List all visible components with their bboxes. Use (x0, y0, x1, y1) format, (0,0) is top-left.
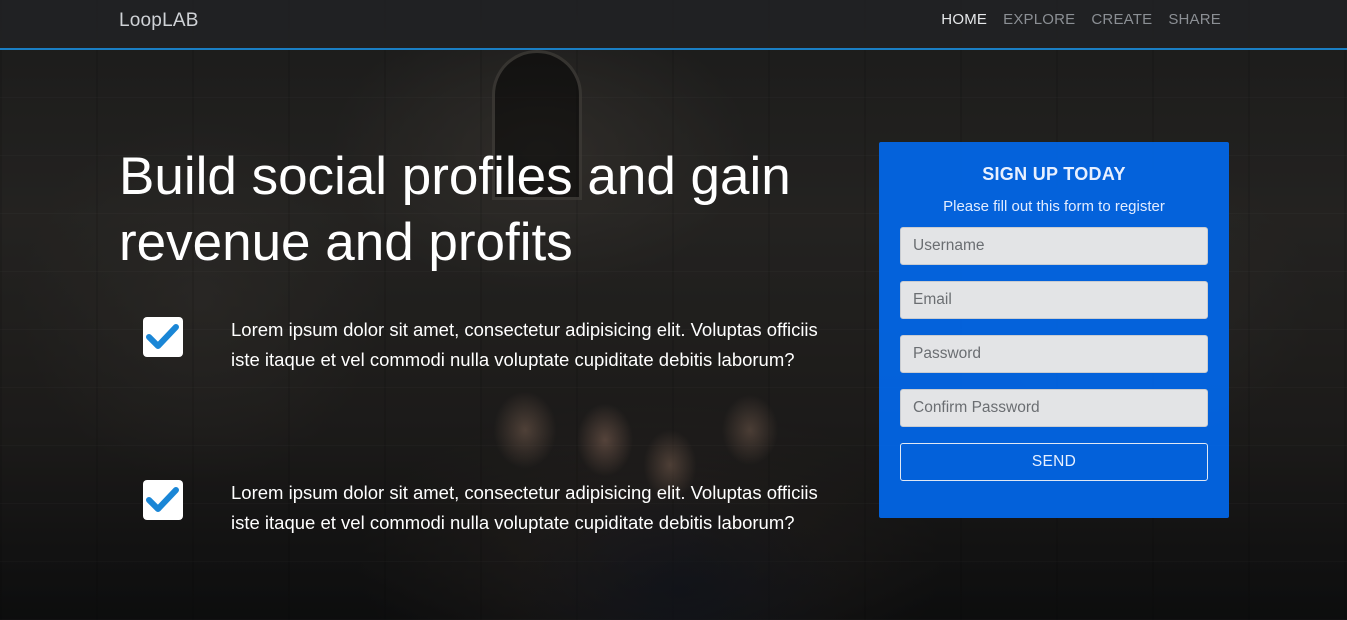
form-title: SIGN UP TODAY (982, 164, 1126, 184)
hero-section: Build social profiles and gain revenue a… (0, 50, 1347, 620)
brand-logo[interactable]: LoopLAB (119, 10, 199, 32)
nav-item-create[interactable]: CREATE (1091, 11, 1152, 28)
checkmark-icon (143, 317, 183, 357)
nav-item-share[interactable]: SHARE (1168, 11, 1221, 28)
feature-text: Lorem ipsum dolor sit amet, consectetur … (231, 482, 818, 533)
nav-menu: HOME EXPLORE CREATE SHARE (941, 11, 1221, 28)
navbar: LoopLAB HOME EXPLORE CREATE SHARE (0, 0, 1347, 50)
form-subtitle: Please fill out this form to register (943, 198, 1165, 215)
nav-item-home[interactable]: HOME (941, 11, 987, 28)
feature-item: Lorem ipsum dolor sit amet, consectetur … (143, 315, 843, 415)
hero-headline: Build social profiles and gain revenue a… (119, 147, 791, 272)
checkmark-icon (143, 480, 183, 520)
nav-item-explore[interactable]: EXPLORE (1003, 11, 1075, 28)
password-input[interactable] (900, 335, 1208, 373)
username-input[interactable] (900, 227, 1208, 265)
feature-item: Lorem ipsum dolor sit amet, consectetur … (143, 478, 843, 578)
signup-form: SIGN UP TODAY Please fill out this form … (879, 142, 1229, 518)
email-input[interactable] (900, 281, 1208, 319)
confirm-password-input[interactable] (900, 389, 1208, 427)
feature-text: Lorem ipsum dolor sit amet, consectetur … (231, 319, 818, 370)
send-button[interactable]: SEND (900, 443, 1208, 481)
